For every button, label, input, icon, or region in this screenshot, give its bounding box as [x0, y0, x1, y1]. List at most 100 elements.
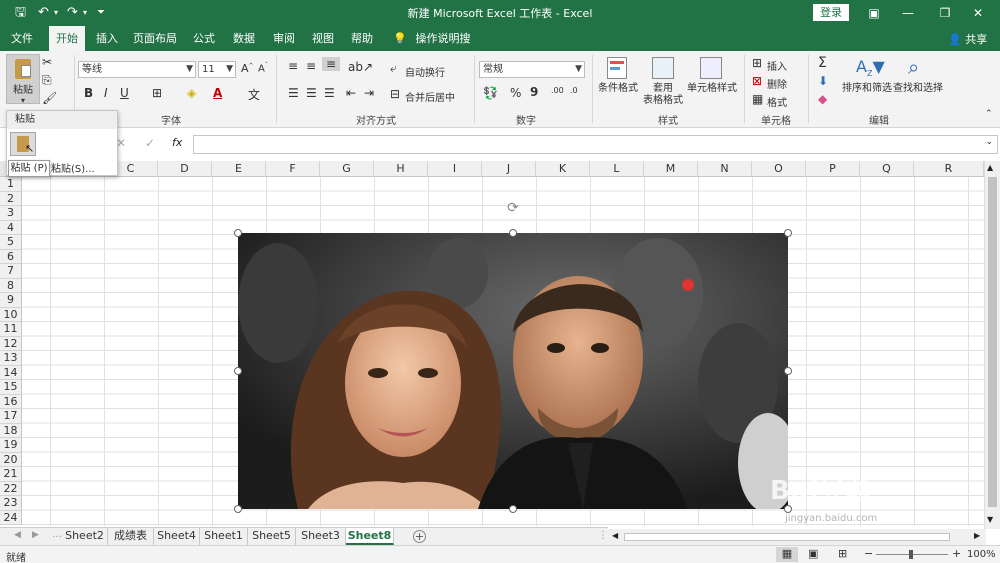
row-header[interactable]: 24: [0, 510, 22, 525]
lightbulb-icon[interactable]: 💡: [392, 26, 408, 51]
merge-icon[interactable]: ⊟: [390, 87, 400, 101]
column-header[interactable]: G: [320, 161, 374, 177]
bold-button[interactable]: B: [84, 86, 93, 100]
tab-home[interactable]: 开始: [49, 26, 85, 51]
sheet-tab[interactable]: 成绩表: [108, 528, 154, 545]
decrease-decimal-icon[interactable]: .0: [570, 86, 578, 95]
enter-icon[interactable]: ✓: [145, 136, 155, 150]
column-header[interactable]: Q: [860, 161, 914, 177]
orientation-icon[interactable]: ab↗: [348, 60, 373, 74]
clear-icon[interactable]: ◆: [818, 92, 827, 106]
vertical-scroll-thumb[interactable]: [988, 177, 997, 507]
close-icon[interactable]: ✕: [966, 3, 990, 23]
sort-filter-button[interactable]: 排序和筛选: [842, 83, 892, 95]
row-header[interactable]: 1: [0, 177, 22, 192]
resize-handle-n[interactable]: [509, 229, 517, 237]
column-header[interactable]: H: [374, 161, 428, 177]
row-header[interactable]: 21: [0, 467, 22, 482]
delete-cells-button[interactable]: 删除: [767, 76, 787, 91]
decrease-font-icon[interactable]: Aˇ: [258, 62, 268, 74]
format-painter-icon[interactable]: 🖌: [42, 91, 57, 105]
copy-icon[interactable]: ⎘: [42, 73, 52, 88]
prev-sheet-icon[interactable]: ◀: [14, 530, 21, 540]
italic-button[interactable]: I: [104, 86, 108, 100]
tab-formulas[interactable]: 公式: [186, 26, 222, 51]
tell-me-search[interactable]: 操作说明搜索: [412, 26, 474, 70]
wrap-text-button[interactable]: 自动换行: [405, 64, 445, 79]
row-header[interactable]: 22: [0, 481, 22, 496]
scroll-down-icon[interactable]: ▼: [987, 515, 993, 524]
row-header[interactable]: 2: [0, 191, 22, 206]
row-header[interactable]: 3: [0, 206, 22, 221]
percent-button[interactable]: %: [510, 86, 521, 100]
autosum-icon[interactable]: Σ: [818, 55, 827, 71]
merge-center-button[interactable]: 合并后居中: [405, 89, 455, 104]
currency-icon[interactable]: 💱: [483, 86, 498, 100]
row-header[interactable]: 4: [0, 220, 22, 235]
wrap-text-icon[interactable]: ⤶: [390, 61, 397, 76]
row-header[interactable]: 9: [0, 293, 22, 308]
row-header[interactable]: 14: [0, 365, 22, 380]
row-header[interactable]: 7: [0, 264, 22, 279]
sheet-tab-active[interactable]: Sheet8: [346, 528, 394, 545]
horizontal-scroll-thumb[interactable]: [624, 533, 950, 541]
align-middle-icon[interactable]: ≡: [306, 59, 316, 73]
row-header[interactable]: 5: [0, 235, 22, 250]
row-header[interactable]: 6: [0, 249, 22, 264]
add-sheet-icon[interactable]: +: [413, 530, 426, 543]
row-header[interactable]: 18: [0, 423, 22, 438]
tab-insert[interactable]: 插入: [90, 26, 124, 51]
redo-dropdown-icon[interactable]: ▾: [83, 4, 87, 22]
resize-handle-sw[interactable]: [234, 505, 242, 513]
resize-handle-w[interactable]: [234, 367, 242, 375]
insert-function-icon[interactable]: fx: [172, 136, 182, 149]
login-button[interactable]: 登录: [813, 4, 849, 21]
zoom-slider-thumb[interactable]: [909, 550, 913, 559]
number-format-select[interactable]: 常规 ▼: [479, 61, 585, 78]
increase-indent-icon[interactable]: ⇥: [364, 86, 374, 100]
row-header[interactable]: 12: [0, 336, 22, 351]
undo-icon[interactable]: ↶: [38, 4, 49, 22]
resize-handle-e[interactable]: [784, 367, 792, 375]
ribbon-display-icon[interactable]: ▣: [862, 3, 886, 23]
insert-cells-button[interactable]: 插入: [767, 58, 787, 73]
font-size-select[interactable]: 11 ▼: [198, 61, 236, 78]
row-header[interactable]: 23: [0, 496, 22, 511]
minimize-icon[interactable]: —: [896, 3, 920, 23]
sheet-tab[interactable]: Sheet3: [296, 528, 346, 545]
row-header[interactable]: 11: [0, 322, 22, 337]
cut-icon[interactable]: ✂: [42, 55, 52, 69]
tab-review[interactable]: 审阅: [266, 26, 302, 51]
zoom-in-icon[interactable]: +: [952, 547, 961, 560]
inserted-picture[interactable]: [238, 233, 788, 509]
sheet-tab[interactable]: Sheet4: [154, 528, 200, 545]
scroll-left-icon[interactable]: ◀: [612, 531, 618, 540]
column-header[interactable]: J: [482, 161, 536, 177]
expand-formula-icon[interactable]: ⌄: [985, 137, 993, 147]
tab-file[interactable]: 文件: [5, 26, 39, 51]
row-header[interactable]: 8: [0, 278, 22, 293]
column-header[interactable]: L: [590, 161, 644, 177]
row-header[interactable]: 17: [0, 409, 22, 424]
increase-font-icon[interactable]: A^: [241, 62, 254, 75]
share-button[interactable]: 👤 共享: [948, 31, 987, 47]
column-header[interactable]: D: [158, 161, 212, 177]
column-header[interactable]: M: [644, 161, 698, 177]
scroll-right-icon[interactable]: ▶: [974, 531, 980, 540]
column-header[interactable]: R: [914, 161, 984, 177]
find-select-button[interactable]: 查找和选择: [893, 83, 943, 95]
font-name-select[interactable]: 等线 ▼: [78, 61, 196, 78]
undo-dropdown-icon[interactable]: ▾: [54, 4, 58, 22]
tab-data[interactable]: 数据: [226, 26, 262, 51]
column-header[interactable]: N: [698, 161, 752, 177]
row-header[interactable]: 16: [0, 394, 22, 409]
decrease-indent-icon[interactable]: ⇤: [346, 86, 356, 100]
row-header[interactable]: 10: [0, 307, 22, 322]
restore-icon[interactable]: ❐: [933, 3, 957, 23]
page-break-view-icon[interactable]: ⊞: [838, 547, 847, 560]
column-header[interactable]: I: [428, 161, 482, 177]
column-header[interactable]: K: [536, 161, 590, 177]
format-cells-button[interactable]: 格式: [767, 94, 787, 109]
tab-view[interactable]: 视图: [305, 26, 341, 51]
comma-button[interactable]: 9: [530, 85, 538, 99]
